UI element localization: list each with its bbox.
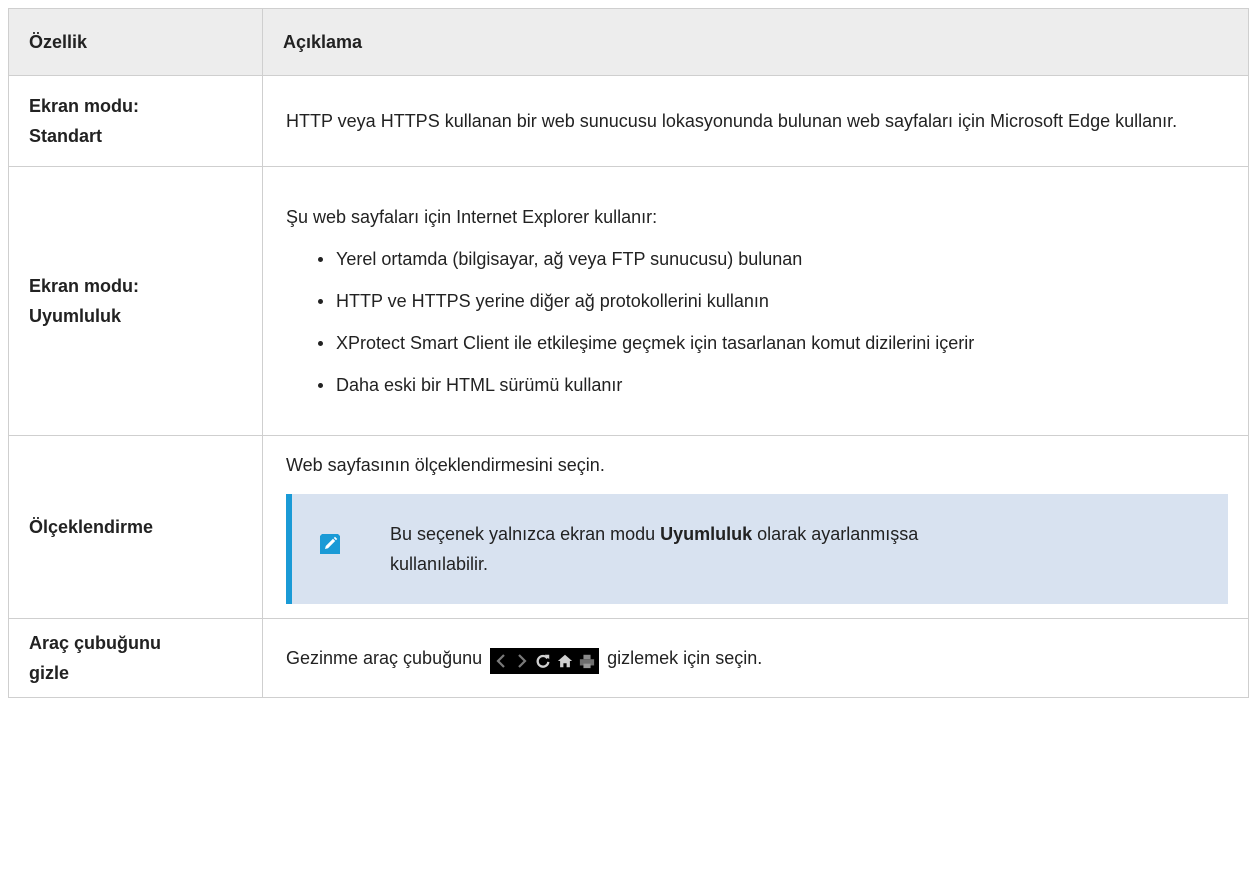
property-description-intro: Şu web sayfaları için Internet Explorer … bbox=[286, 207, 658, 227]
pencil-note-icon bbox=[320, 534, 340, 554]
navigation-toolbar-image bbox=[490, 647, 600, 674]
print-icon bbox=[579, 651, 595, 671]
note-text-before: Bu seçenek yalnızca ekran modu bbox=[390, 524, 661, 544]
note-callout: Bu seçenek yalnızca ekran modu Uyumluluk… bbox=[286, 494, 1228, 604]
column-header-description: Açıklama bbox=[262, 8, 1249, 76]
property-name-line2: gizle bbox=[29, 663, 70, 683]
table-row: Araç çubuğunu gizle Gezinme araç çubuğun… bbox=[8, 618, 1249, 698]
list-item: XProtect Smart Client ile etkileşime geç… bbox=[318, 328, 1228, 358]
property-description: HTTP veya HTTPS kullanan bir web sunucus… bbox=[286, 111, 1178, 131]
note-text-bold: Uyumluluk bbox=[660, 524, 753, 544]
table-row: Ekran modu: Standart HTTP veya HTTPS kul… bbox=[8, 75, 1249, 167]
property-name-cell: Ekran modu: Uyumluluk bbox=[8, 166, 263, 436]
column-header-property: Özellik bbox=[8, 8, 263, 76]
property-description-cell: HTTP veya HTTPS kullanan bir web sunucus… bbox=[262, 75, 1249, 167]
property-description-cell: Web sayfasının ölçeklendirmesini seçin. … bbox=[262, 435, 1249, 619]
property-name: Ölçeklendirme bbox=[29, 517, 154, 537]
property-description-cell: Gezinme araç çubuğunu gizlemek için seçi… bbox=[262, 618, 1249, 698]
property-name-cell: Ekran modu: Standart bbox=[8, 75, 263, 167]
refresh-icon bbox=[535, 651, 551, 671]
property-name-line1: Ekran modu: bbox=[29, 276, 140, 296]
bullet-list: Yerel ortamda (bilgisayar, ağ veya FTP s… bbox=[286, 244, 1228, 400]
table-header-row: Özellik Açıklama bbox=[8, 8, 1249, 76]
property-name-cell: Araç çubuğunu gizle bbox=[8, 618, 263, 698]
properties-table: Özellik Açıklama Ekran modu: Standart HT… bbox=[8, 8, 1249, 698]
description-before-toolbar: Gezinme araç çubuğunu bbox=[286, 647, 483, 668]
list-item: Yerel ortamda (bilgisayar, ağ veya FTP s… bbox=[318, 244, 1228, 274]
table-row: Ekran modu: Uyumluluk Şu web sayfaları i… bbox=[8, 166, 1249, 436]
home-icon bbox=[557, 651, 573, 671]
forward-icon bbox=[515, 651, 530, 671]
property-name-line2: Standart bbox=[29, 126, 103, 146]
table-row: Ölçeklendirme Web sayfasının ölçeklendir… bbox=[8, 435, 1249, 619]
property-description-cell: Şu web sayfaları için Internet Explorer … bbox=[262, 166, 1249, 436]
property-description: Web sayfasının ölçeklendirmesini seçin. bbox=[286, 455, 605, 475]
property-name-cell: Ölçeklendirme bbox=[8, 435, 263, 619]
property-name-line2: Uyumluluk bbox=[29, 306, 122, 326]
property-name-line1: Araç çubuğunu bbox=[29, 633, 162, 653]
description-after-toolbar: gizlemek için seçin. bbox=[607, 647, 763, 668]
property-name-line1: Ekran modu: bbox=[29, 96, 140, 116]
list-item: HTTP ve HTTPS yerine diğer ağ protokolle… bbox=[318, 286, 1228, 316]
back-icon bbox=[494, 651, 509, 671]
list-item: Daha eski bir HTML sürümü kullanır bbox=[318, 370, 1228, 400]
note-text: Bu seçenek yalnızca ekran modu Uyumluluk… bbox=[390, 519, 968, 579]
